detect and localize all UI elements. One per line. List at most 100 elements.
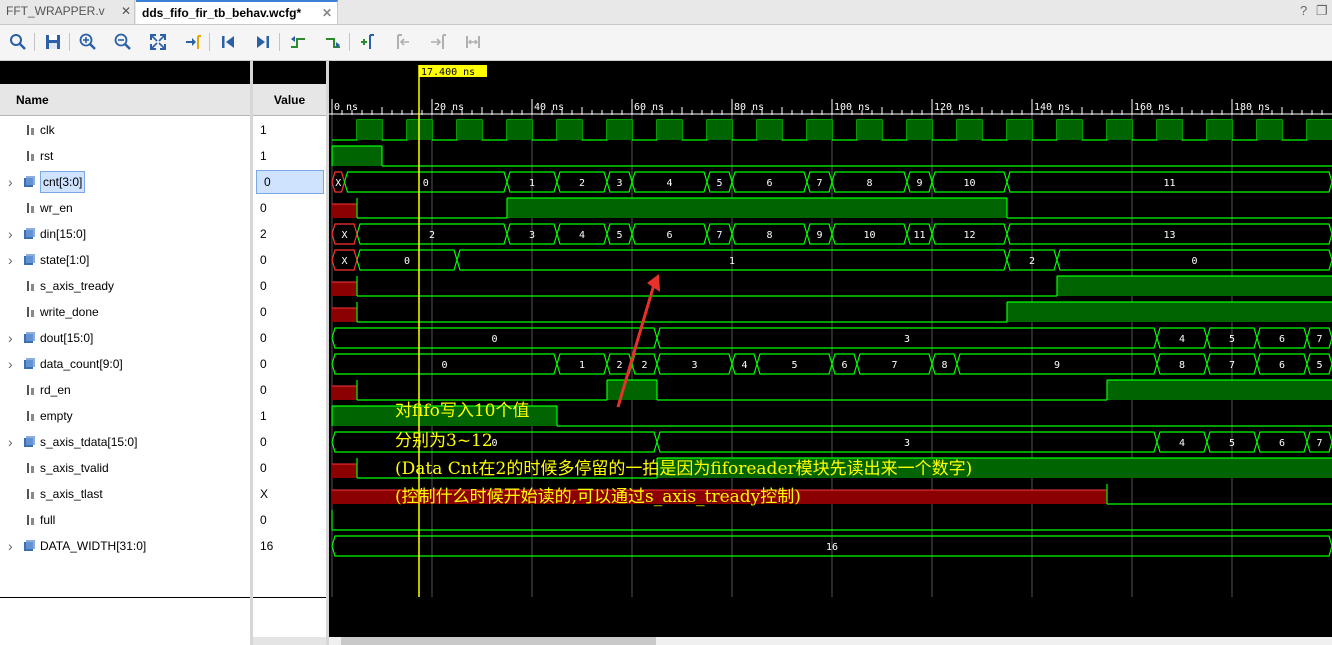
signal-name: din[15:0] [40,227,87,241]
signal-name: wr_en [40,201,73,215]
signal-value[interactable]: 0 [253,273,325,299]
close-icon[interactable]: ✕ [121,0,131,22]
signal-value[interactable]: 16 [253,533,325,559]
signal-row[interactable]: › dout[15:0] [0,325,249,351]
value-column-header[interactable]: Value [253,84,326,116]
signal-row[interactable]: › DATA_WIDTH[31:0] [0,533,249,559]
bit-signal-icon [27,151,34,161]
signal-row[interactable]: empty [0,403,249,429]
bus-value-label: 0 [404,256,410,267]
bus-value-label: 7 [1316,438,1322,449]
bus-value-label: 4 [741,360,747,371]
next-marker-icon[interactable] [427,31,449,53]
expand-chevron-icon[interactable]: › [8,247,13,273]
waveform-canvas[interactable]: 0 ns 20 ns 40 ns 60 ns 80 ns 100 ns 120 ns 140 … [329,61,1332,637]
signal-value[interactable]: 2 [253,221,325,247]
previous-transition-icon[interactable] [287,31,309,53]
signal-value[interactable]: 0 [253,195,325,221]
next-transition-icon[interactable] [322,31,344,53]
signal-row[interactable]: rst [0,143,249,169]
bus-value-label: 4 [1179,438,1185,449]
signal-value[interactable]: 0 [253,455,325,481]
bit-signal-icon [27,307,34,317]
bus-value-label: 0 [441,360,447,371]
bus-value-label: 5 [1229,334,1235,345]
signal-value[interactable]: X [253,481,325,507]
signal-row[interactable]: full [0,507,249,533]
signal-row[interactable]: › state[1:0] [0,247,249,273]
signal-row[interactable]: s_axis_tvalid [0,455,249,481]
expand-chevron-icon[interactable]: › [8,221,13,247]
clk-high-fill [857,120,882,140]
floppy-icon[interactable] [42,31,64,53]
bus-value-label: 8 [866,178,872,189]
bus-signal-icon [24,254,35,265]
magnifier-icon[interactable] [7,31,29,53]
go-to-cursor-icon[interactable] [182,31,204,53]
signal-row[interactable]: write_done [0,299,249,325]
bus-value-label: 1 [529,178,535,189]
signal-row[interactable]: clk [0,117,249,143]
tab-wcfg[interactable]: dds_fifo_fir_tb_behav.wcfg* ✕ [136,0,338,24]
tab-fft-wrapper[interactable]: FFT_WRAPPER.v ✕ [0,0,135,24]
signal-row[interactable]: › s_axis_tdata[15:0] [0,429,249,455]
signal-value[interactable]: 0 [253,299,325,325]
signal-name: empty [40,409,73,423]
close-icon[interactable]: ✕ [322,2,332,24]
zoom-in-icon[interactable] [77,31,99,53]
bus-value-label: 16 [826,542,838,553]
signal-name: cnt[3:0] [40,171,86,193]
signal-row[interactable]: wr_en [0,195,249,221]
high-fill [507,198,1007,218]
bit-signal-icon [27,125,34,135]
signal-row[interactable]: › cnt[3:0] [0,169,249,195]
signal-value[interactable]: 1 [253,143,325,169]
signal-value[interactable]: 1 [253,117,325,143]
waveform-horizontal-scrollbar[interactable] [341,637,656,645]
expand-chevron-icon[interactable]: › [8,533,13,559]
expand-chevron-icon[interactable]: › [8,325,13,351]
zoom-fit-icon[interactable] [147,31,169,53]
bus-value-label: X [341,256,347,267]
waveform-toolbar [0,25,1332,61]
clk-high-fill [1257,120,1282,140]
clk-high-fill [507,120,532,140]
expand-chevron-icon[interactable]: › [8,351,13,377]
bus-value-label: 0 [491,334,497,345]
bus-signal-icon [24,358,35,369]
waveform-area[interactable]: 0 ns 20 ns 40 ns 60 ns 80 ns 100 ns 120 ns 140 … [329,61,1332,637]
expand-chevron-icon[interactable]: › [8,429,13,455]
clk-high-fill [357,120,382,140]
expand-chevron-icon[interactable]: › [8,169,13,195]
clk-high-fill [807,120,832,140]
signal-value[interactable]: 0 [253,325,325,351]
signal-row[interactable]: s_axis_tready [0,273,249,299]
signal-value[interactable]: 1 [253,403,325,429]
signal-row[interactable]: › data_count[9:0] [0,351,249,377]
go-to-start-icon[interactable] [217,31,239,53]
swap-cursors-icon[interactable] [462,31,484,53]
signal-row[interactable]: › din[15:0] [0,221,249,247]
go-to-end-icon[interactable] [252,31,274,53]
high-fill [332,146,382,166]
signal-row[interactable]: s_axis_tlast [0,481,249,507]
signal-row[interactable]: rd_en [0,377,249,403]
signal-value[interactable]: 0 [253,507,325,533]
signal-value[interactable]: 0 [253,429,325,455]
add-marker-icon[interactable] [357,31,379,53]
clk-high-fill [1207,120,1232,140]
bus-value-label: 7 [1316,334,1322,345]
value-scrollbar[interactable] [253,637,326,645]
signal-value[interactable]: 0 [253,247,325,273]
bus-value-label: 2 [616,360,622,371]
signal-value[interactable]: 0 [256,170,324,194]
signal-value[interactable]: 0 [253,351,325,377]
name-column-header[interactable]: Name [0,84,250,116]
help-icon[interactable]: ? [1300,3,1307,18]
previous-marker-icon[interactable] [392,31,414,53]
signal-value[interactable]: 0 [253,377,325,403]
tab-label: dds_fifo_fir_tb_behav.wcfg* [142,6,302,20]
bus-value-label: 6 [1279,438,1285,449]
zoom-out-icon[interactable] [112,31,134,53]
restore-icon[interactable]: ❐ [1316,3,1328,19]
